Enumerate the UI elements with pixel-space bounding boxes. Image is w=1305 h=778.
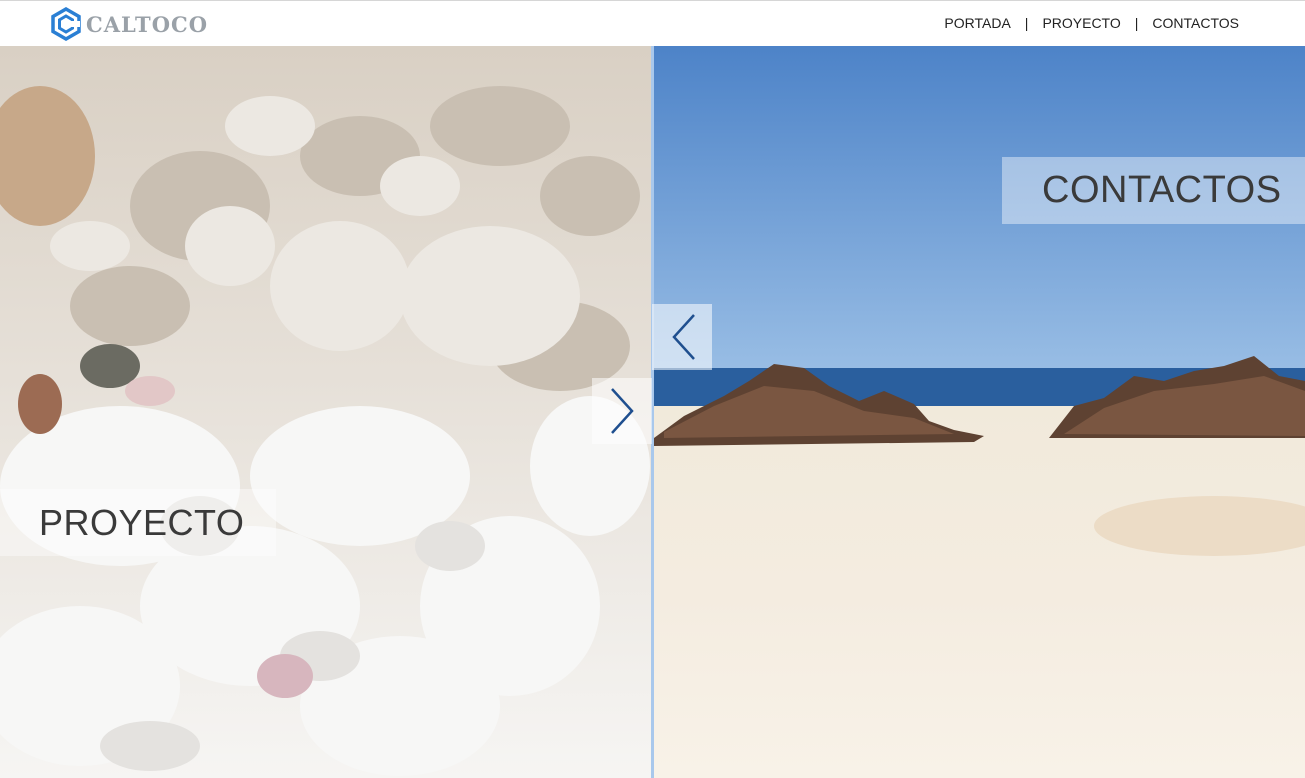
contactos-label[interactable]: CONTACTOS — [1002, 157, 1305, 224]
proyecto-label[interactable]: PROYECTO — [0, 489, 276, 556]
contactos-panel[interactable] — [654, 46, 1305, 778]
logo[interactable]: CALTOCO — [50, 6, 208, 42]
logo-text: CALTOCO — [86, 11, 208, 37]
nav-separator: | — [1134, 15, 1139, 31]
nav-proyecto[interactable]: PROYECTO — [1042, 15, 1120, 31]
site-header: CALTOCO PORTADA | PROYECTO | CONTACTOS — [0, 0, 1305, 46]
chevron-left-icon — [672, 314, 695, 360]
next-button[interactable] — [592, 378, 652, 444]
proyecto-panel[interactable] — [0, 46, 651, 778]
nav-contactos[interactable]: CONTACTOS — [1152, 15, 1239, 31]
shells-image — [0, 46, 651, 778]
main-nav: PORTADA | PROYECTO | CONTACTOS — [944, 15, 1239, 31]
nav-separator: | — [1024, 15, 1029, 31]
caltoco-logo-icon — [51, 7, 81, 41]
chevron-right-icon — [611, 388, 634, 434]
beach-image — [654, 46, 1305, 778]
nav-portada[interactable]: PORTADA — [944, 15, 1010, 31]
prev-button[interactable] — [652, 304, 712, 370]
